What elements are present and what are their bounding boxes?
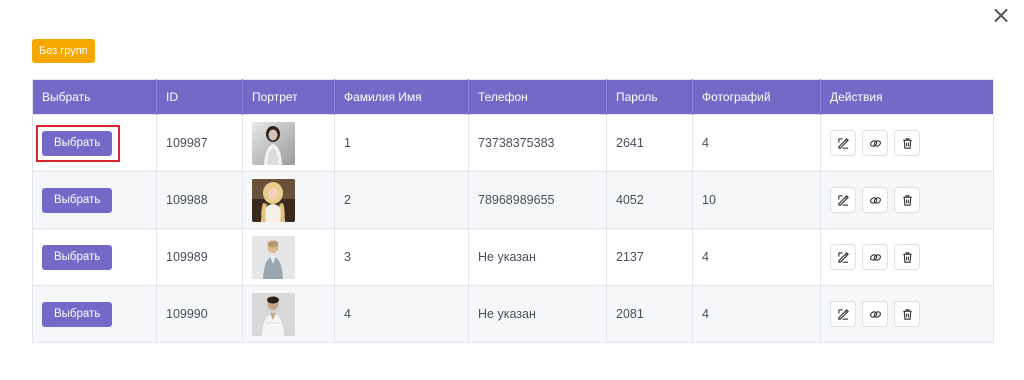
table-row: Выбрать 109989 3 Не указан 2137 4 bbox=[32, 228, 994, 286]
link-icon bbox=[869, 251, 882, 264]
trash-button[interactable] bbox=[894, 187, 920, 213]
select-button[interactable]: Выбрать bbox=[42, 187, 113, 213]
link-button[interactable] bbox=[862, 244, 888, 270]
table-row: Выбрать 109988 2 78968989655 4052 10 bbox=[32, 171, 994, 229]
header-photos: Фотографий bbox=[692, 79, 821, 115]
edit-icon bbox=[837, 308, 850, 321]
select-button[interactable]: Выбрать bbox=[42, 301, 113, 327]
cell-portrait bbox=[242, 114, 335, 172]
cell-password: 2641 bbox=[606, 114, 693, 172]
header-name: Фамилия Имя bbox=[334, 79, 469, 115]
cell-portrait bbox=[242, 171, 335, 229]
link-icon bbox=[869, 308, 882, 321]
edit-button[interactable] bbox=[830, 301, 856, 327]
select-button[interactable]: Выбрать bbox=[42, 130, 113, 156]
cell-password: 2081 bbox=[606, 285, 693, 343]
cell-id: 109989 bbox=[156, 228, 243, 286]
cell-select: Выбрать bbox=[32, 228, 157, 286]
select-button[interactable]: Выбрать bbox=[42, 244, 113, 270]
cell-portrait bbox=[242, 285, 335, 343]
edit-button[interactable] bbox=[830, 187, 856, 213]
row-actions bbox=[830, 301, 993, 327]
cell-id: 109987 bbox=[156, 114, 243, 172]
trash-button[interactable] bbox=[894, 130, 920, 156]
cell-actions bbox=[820, 114, 994, 172]
header-actions: Действия bbox=[820, 79, 994, 115]
trash-icon bbox=[901, 308, 914, 321]
cell-select: Выбрать bbox=[32, 114, 157, 172]
header-password: Пароль bbox=[606, 79, 693, 115]
edit-icon bbox=[837, 251, 850, 264]
trash-icon bbox=[901, 194, 914, 207]
trash-icon bbox=[901, 137, 914, 150]
trash-icon bbox=[901, 251, 914, 264]
cell-password: 2137 bbox=[606, 228, 693, 286]
portrait-image[interactable] bbox=[252, 121, 295, 165]
cell-name: 1 bbox=[334, 114, 469, 172]
cell-id: 109988 bbox=[156, 171, 243, 229]
close-icon[interactable]: × bbox=[988, 2, 1014, 28]
edit-button[interactable] bbox=[830, 244, 856, 270]
trash-button[interactable] bbox=[894, 301, 920, 327]
header-phone: Телефон bbox=[468, 79, 607, 115]
cell-actions bbox=[820, 228, 994, 286]
header-id: ID bbox=[156, 79, 243, 115]
cell-portrait bbox=[242, 228, 335, 286]
row-actions bbox=[830, 244, 993, 270]
row-actions bbox=[830, 130, 993, 156]
link-icon bbox=[869, 137, 882, 150]
cell-phone: Не указан bbox=[468, 228, 607, 286]
cell-name: 2 bbox=[334, 171, 469, 229]
portrait-image[interactable] bbox=[252, 178, 295, 222]
portrait-image[interactable] bbox=[252, 235, 295, 279]
no-group-button[interactable]: Без групп bbox=[32, 39, 95, 63]
cell-phone: 73738375383 bbox=[468, 114, 607, 172]
cell-photos: 4 bbox=[692, 228, 821, 286]
table-row: Выбрать 109987 1 73738375383 2641 4 bbox=[32, 114, 994, 172]
cell-phone: Не указан bbox=[468, 285, 607, 343]
cell-password: 4052 bbox=[606, 171, 693, 229]
highlight-box: Выбрать bbox=[36, 124, 121, 162]
users-table: Выбрать ID Портрет Фамилия Имя Телефон П… bbox=[32, 79, 994, 343]
header-portrait: Портрет bbox=[242, 79, 335, 115]
cell-actions bbox=[820, 285, 994, 343]
link-button[interactable] bbox=[862, 301, 888, 327]
link-button[interactable] bbox=[862, 130, 888, 156]
table-row: Выбрать 109990 4 Не указан 2081 4 bbox=[32, 285, 994, 343]
trash-button[interactable] bbox=[894, 244, 920, 270]
edit-icon bbox=[837, 194, 850, 207]
portrait-image[interactable] bbox=[252, 292, 295, 336]
cell-photos: 10 bbox=[692, 171, 821, 229]
row-actions bbox=[830, 187, 993, 213]
link-icon bbox=[869, 194, 882, 207]
cell-photos: 4 bbox=[692, 114, 821, 172]
cell-select: Выбрать bbox=[32, 171, 157, 229]
cell-actions bbox=[820, 171, 994, 229]
edit-button[interactable] bbox=[830, 130, 856, 156]
table-header-row: Выбрать ID Портрет Фамилия Имя Телефон П… bbox=[32, 79, 994, 115]
cell-name: 3 bbox=[334, 228, 469, 286]
cell-photos: 4 bbox=[692, 285, 821, 343]
link-button[interactable] bbox=[862, 187, 888, 213]
cell-select: Выбрать bbox=[32, 285, 157, 343]
cell-name: 4 bbox=[334, 285, 469, 343]
edit-icon bbox=[837, 137, 850, 150]
header-select: Выбрать bbox=[32, 79, 157, 115]
cell-id: 109990 bbox=[156, 285, 243, 343]
cell-phone: 78968989655 bbox=[468, 171, 607, 229]
